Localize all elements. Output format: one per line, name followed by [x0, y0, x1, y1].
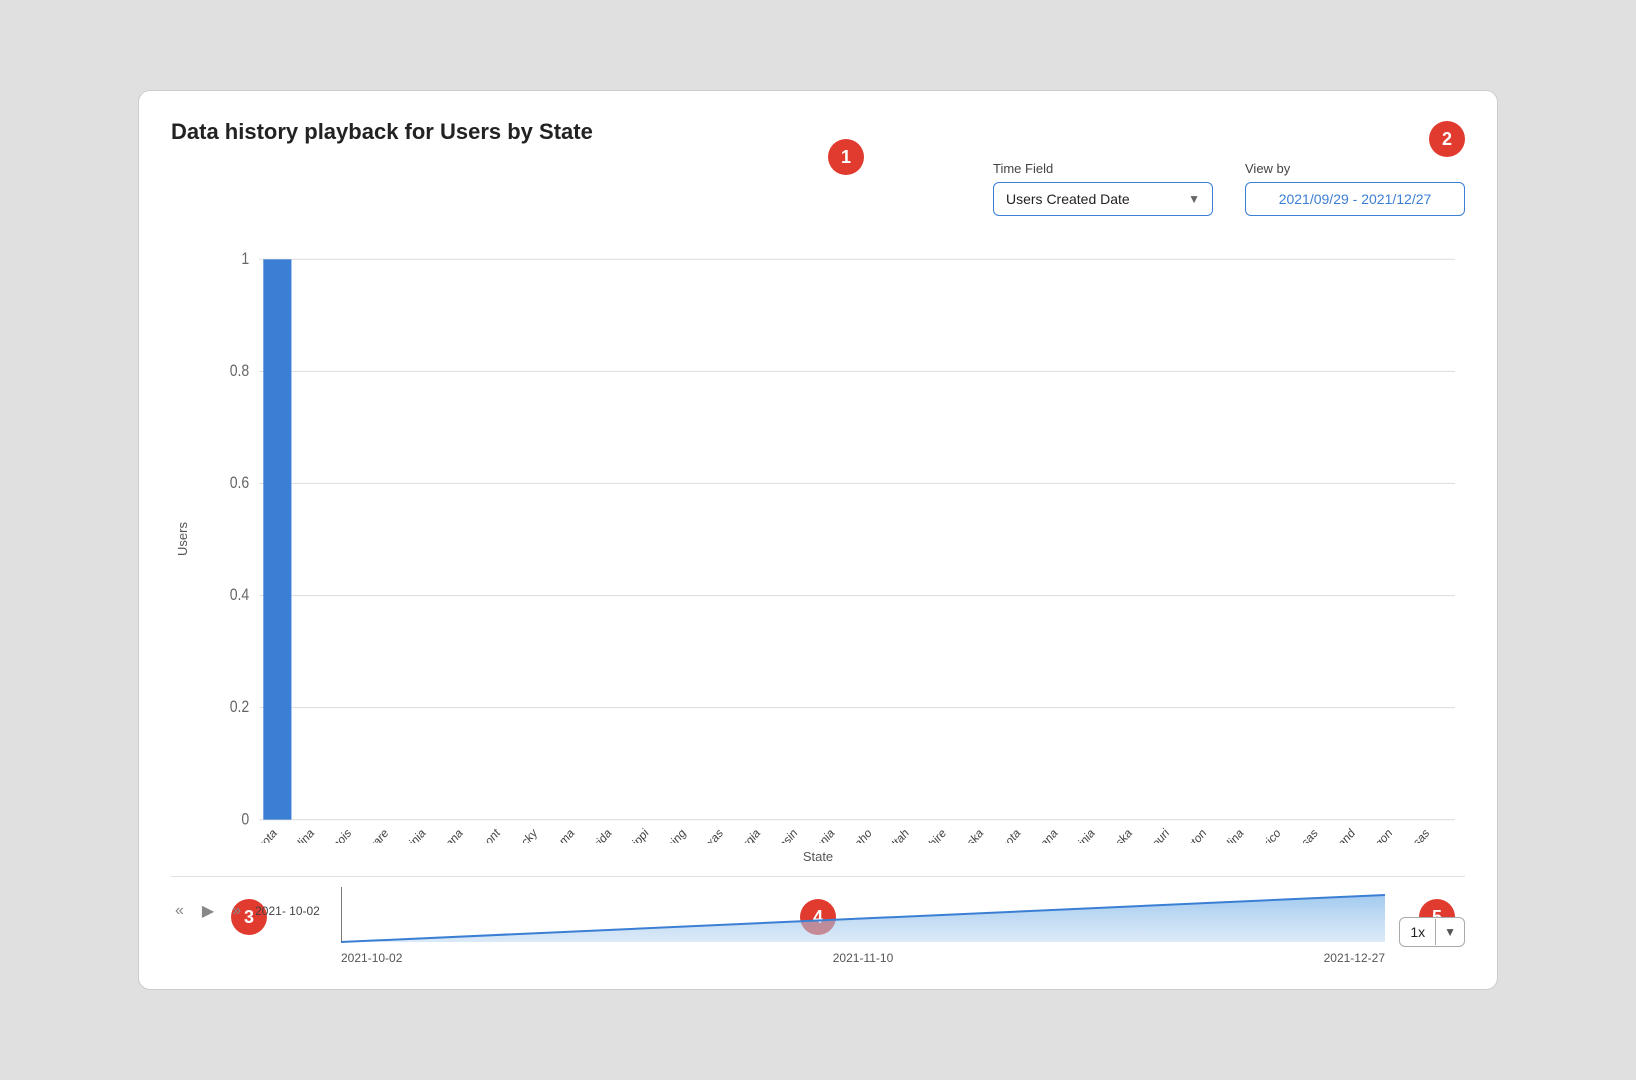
svg-text:Florida: Florida: [581, 825, 614, 843]
svg-text:0.8: 0.8: [230, 362, 250, 380]
svg-text:Kansas: Kansas: [1285, 825, 1320, 843]
svg-text:Minnesota: Minnesota: [978, 825, 1023, 843]
speed-value: 1x: [1400, 918, 1435, 946]
svg-text:Indiana: Indiana: [430, 825, 465, 843]
svg-text:Wyoming: Wyoming: [647, 825, 689, 843]
svg-text:Louisiana: Louisiana: [1017, 825, 1060, 843]
svg-text:0.6: 0.6: [230, 474, 250, 492]
svg-text:0: 0: [241, 810, 249, 828]
timeline-controls: « ▶ » 2021- 10-02: [171, 899, 320, 923]
timeline-svg: [341, 887, 1385, 947]
svg-text:Virginia: Virginia: [1062, 825, 1097, 843]
svg-text:Missouri: Missouri: [1133, 825, 1171, 843]
speed-chevron-icon[interactable]: ▼: [1435, 919, 1464, 945]
bar-south-dakota: [263, 259, 291, 819]
date-range-button[interactable]: 2021/09/29 - 2021/12/27: [1245, 182, 1465, 216]
timeline-mini-chart: [341, 887, 1385, 947]
current-date: 2021- 10-02: [255, 904, 320, 918]
badge-1: 1: [828, 139, 864, 175]
chevron-down-icon: ▼: [1188, 192, 1200, 206]
svg-text:0.2: 0.2: [230, 698, 250, 716]
controls-row: 1 Time Field Users Created Date ▼ 2 View…: [171, 161, 1465, 216]
svg-text:Arkansas: Arkansas: [1390, 825, 1432, 843]
y-axis-label: Users: [171, 236, 199, 843]
svg-text:South Dakota: South Dakota: [223, 825, 280, 843]
rewind-button[interactable]: «: [171, 900, 188, 922]
modal-header: Data history playback for Users by State…: [171, 119, 1465, 145]
svg-text:Texas: Texas: [696, 825, 726, 843]
svg-text:Alabama: Alabama: [537, 825, 577, 843]
svg-text:Kentucky: Kentucky: [498, 825, 539, 843]
tl-end-date: 2021-12-27: [1324, 951, 1385, 965]
svg-text:Delaware: Delaware: [349, 825, 391, 843]
svg-text:Idaho: Idaho: [845, 825, 874, 843]
view-by-group: 2 View by 2021/09/29 - 2021/12/27: [1245, 161, 1465, 216]
tl-start-date: 2021-10-02: [341, 951, 402, 965]
time-field-value: Users Created Date: [1006, 191, 1130, 207]
svg-text:Utah: Utah: [886, 825, 912, 843]
bar-chart: 1 0.8 0.6 0.4 0.2 0: [199, 236, 1465, 843]
svg-text:Oregon: Oregon: [1359, 825, 1394, 843]
speed-control[interactable]: 1x ▼: [1399, 917, 1465, 947]
chart-area: Users 1 0.8 0.6 0.4 0.2: [171, 236, 1465, 864]
timeline-dates: 2021-10-02 2021-11-10 2021-12-27: [341, 951, 1385, 965]
time-field-group: Time Field Users Created Date ▼: [993, 161, 1213, 216]
tl-mid-date: 2021-11-10: [833, 951, 894, 965]
svg-text:1: 1: [241, 250, 249, 268]
x-axis-label: State: [171, 849, 1465, 864]
chart-main: Users 1 0.8 0.6 0.4 0.2: [171, 236, 1465, 843]
svg-text:Nebraska: Nebraska: [943, 825, 986, 843]
view-by-label: View by: [1245, 161, 1290, 176]
time-field-label: Time Field: [993, 161, 1053, 176]
play-button[interactable]: ▶: [198, 899, 218, 923]
chart-inner: 1 0.8 0.6 0.4 0.2 0: [199, 236, 1465, 843]
forward-button[interactable]: »: [228, 900, 245, 922]
svg-text:Illinois: Illinois: [323, 825, 354, 843]
time-field-select[interactable]: Users Created Date ▼: [993, 182, 1213, 216]
svg-text:Vermont: Vermont: [464, 825, 503, 843]
svg-text:Alaska: Alaska: [1102, 825, 1135, 843]
timeline-section: 3 4 5 « ▶ » 2021- 10-02: [171, 876, 1465, 965]
svg-text:Georgia: Georgia: [726, 825, 763, 843]
svg-text:Wisconsin: Wisconsin: [755, 825, 800, 843]
badge-2: 2: [1429, 121, 1465, 157]
svg-text:0.4: 0.4: [230, 586, 250, 604]
modal-title: Data history playback for Users by State: [171, 119, 593, 145]
modal-container: Data history playback for Users by State…: [138, 90, 1498, 990]
